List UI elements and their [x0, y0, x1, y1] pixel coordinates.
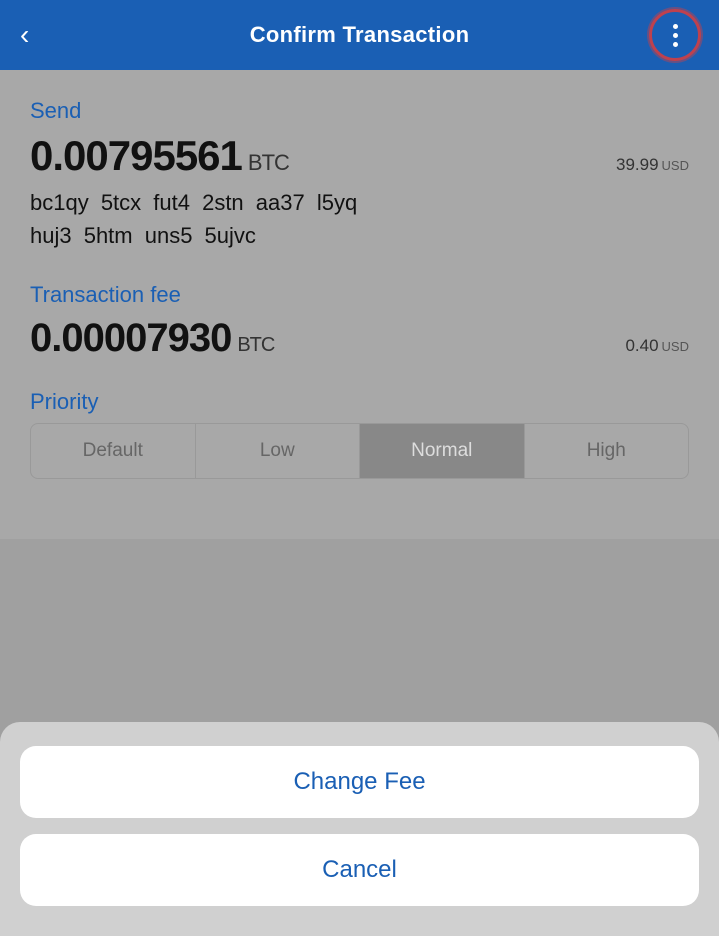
priority-default[interactable]: Default: [31, 424, 196, 478]
priority-section: Priority Default Low Normal High: [30, 389, 689, 479]
fee-amount: 0.00007930BTC: [30, 316, 274, 361]
priority-low[interactable]: Low: [196, 424, 361, 478]
send-section: Send 0.00795561BTC 39.99USD bc1qy 5tcx f…: [30, 98, 689, 252]
send-amount-row: 0.00795561BTC 39.99USD: [30, 132, 689, 180]
priority-label: Priority: [30, 389, 689, 415]
send-usd-value: 39.99USD: [616, 155, 689, 175]
send-amount: 0.00795561BTC: [30, 132, 289, 180]
send-address: bc1qy 5tcx fut4 2stn aa37 l5yqhuj3 5htm …: [30, 186, 689, 252]
fee-usd-value: 0.40USD: [625, 336, 689, 356]
cancel-button[interactable]: Cancel: [20, 834, 699, 906]
fee-amount-row: 0.00007930BTC 0.40USD: [30, 316, 689, 361]
menu-button[interactable]: [649, 9, 701, 61]
change-fee-button[interactable]: Change Fee: [20, 746, 699, 818]
content-area: Send 0.00795561BTC 39.99USD bc1qy 5tcx f…: [0, 70, 719, 539]
back-button[interactable]: ‹: [20, 21, 29, 49]
more-vertical-icon: [673, 24, 678, 47]
priority-high[interactable]: High: [525, 424, 689, 478]
priority-normal[interactable]: Normal: [360, 424, 525, 478]
page-title: Confirm Transaction: [250, 22, 470, 48]
send-label: Send: [30, 98, 689, 124]
fee-section: Transaction fee 0.00007930BTC 0.40USD: [30, 282, 689, 361]
priority-selector: Default Low Normal High: [30, 423, 689, 479]
bottom-sheet: Change Fee Cancel: [0, 722, 719, 936]
header: ‹ Confirm Transaction: [0, 0, 719, 70]
fee-label: Transaction fee: [30, 282, 689, 308]
